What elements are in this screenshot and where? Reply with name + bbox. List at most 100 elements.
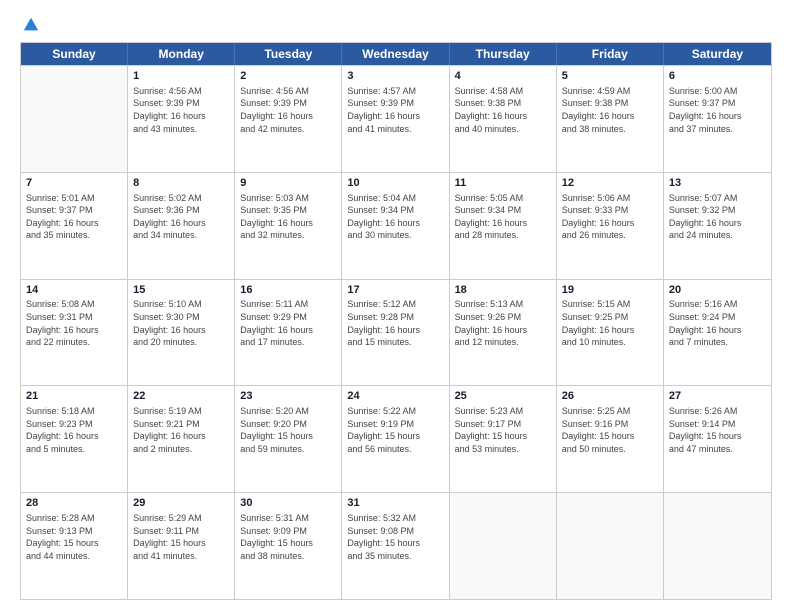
day-info: Sunrise: 5:26 AM Sunset: 9:14 PM Dayligh…	[669, 405, 766, 455]
day-number: 25	[455, 389, 551, 404]
day-info: Sunrise: 5:19 AM Sunset: 9:21 PM Dayligh…	[133, 405, 229, 455]
table-row: 16Sunrise: 5:11 AM Sunset: 9:29 PM Dayli…	[235, 280, 342, 386]
calendar-row-4: 21Sunrise: 5:18 AM Sunset: 9:23 PM Dayli…	[21, 385, 771, 492]
table-row: 19Sunrise: 5:15 AM Sunset: 9:25 PM Dayli…	[557, 280, 664, 386]
day-number: 20	[669, 283, 766, 298]
table-row: 26Sunrise: 5:25 AM Sunset: 9:16 PM Dayli…	[557, 386, 664, 492]
table-row: 15Sunrise: 5:10 AM Sunset: 9:30 PM Dayli…	[128, 280, 235, 386]
day-info: Sunrise: 5:12 AM Sunset: 9:28 PM Dayligh…	[347, 298, 443, 348]
day-number: 6	[669, 69, 766, 84]
table-row	[450, 493, 557, 599]
day-info: Sunrise: 4:58 AM Sunset: 9:38 PM Dayligh…	[455, 85, 551, 135]
calendar-row-3: 14Sunrise: 5:08 AM Sunset: 9:31 PM Dayli…	[21, 279, 771, 386]
table-row: 29Sunrise: 5:29 AM Sunset: 9:11 PM Dayli…	[128, 493, 235, 599]
day-number: 11	[455, 176, 551, 191]
table-row: 10Sunrise: 5:04 AM Sunset: 9:34 PM Dayli…	[342, 173, 449, 279]
table-row: 23Sunrise: 5:20 AM Sunset: 9:20 PM Dayli…	[235, 386, 342, 492]
header-day-sunday: Sunday	[21, 43, 128, 65]
table-row: 8Sunrise: 5:02 AM Sunset: 9:36 PM Daylig…	[128, 173, 235, 279]
table-row: 24Sunrise: 5:22 AM Sunset: 9:19 PM Dayli…	[342, 386, 449, 492]
day-number: 21	[26, 389, 122, 404]
table-row: 14Sunrise: 5:08 AM Sunset: 9:31 PM Dayli…	[21, 280, 128, 386]
day-info: Sunrise: 5:11 AM Sunset: 9:29 PM Dayligh…	[240, 298, 336, 348]
day-info: Sunrise: 5:07 AM Sunset: 9:32 PM Dayligh…	[669, 192, 766, 242]
day-number: 8	[133, 176, 229, 191]
table-row: 31Sunrise: 5:32 AM Sunset: 9:08 PM Dayli…	[342, 493, 449, 599]
calendar-row-1: 1Sunrise: 4:56 AM Sunset: 9:39 PM Daylig…	[21, 65, 771, 172]
table-row: 4Sunrise: 4:58 AM Sunset: 9:38 PM Daylig…	[450, 66, 557, 172]
header-day-monday: Monday	[128, 43, 235, 65]
day-info: Sunrise: 4:57 AM Sunset: 9:39 PM Dayligh…	[347, 85, 443, 135]
day-number: 19	[562, 283, 658, 298]
table-row: 11Sunrise: 5:05 AM Sunset: 9:34 PM Dayli…	[450, 173, 557, 279]
table-row: 7Sunrise: 5:01 AM Sunset: 9:37 PM Daylig…	[21, 173, 128, 279]
day-info: Sunrise: 5:25 AM Sunset: 9:16 PM Dayligh…	[562, 405, 658, 455]
day-info: Sunrise: 5:08 AM Sunset: 9:31 PM Dayligh…	[26, 298, 122, 348]
calendar-header: SundayMondayTuesdayWednesdayThursdayFrid…	[21, 43, 771, 65]
day-number: 22	[133, 389, 229, 404]
day-number: 30	[240, 496, 336, 511]
calendar-row-2: 7Sunrise: 5:01 AM Sunset: 9:37 PM Daylig…	[21, 172, 771, 279]
day-number: 13	[669, 176, 766, 191]
table-row: 17Sunrise: 5:12 AM Sunset: 9:28 PM Dayli…	[342, 280, 449, 386]
day-number: 24	[347, 389, 443, 404]
header-day-saturday: Saturday	[664, 43, 771, 65]
table-row	[21, 66, 128, 172]
day-number: 14	[26, 283, 122, 298]
calendar-row-5: 28Sunrise: 5:28 AM Sunset: 9:13 PM Dayli…	[21, 492, 771, 599]
table-row: 22Sunrise: 5:19 AM Sunset: 9:21 PM Dayli…	[128, 386, 235, 492]
day-info: Sunrise: 5:04 AM Sunset: 9:34 PM Dayligh…	[347, 192, 443, 242]
header	[20, 16, 772, 34]
day-number: 26	[562, 389, 658, 404]
logo	[20, 16, 40, 34]
day-number: 31	[347, 496, 443, 511]
day-info: Sunrise: 5:03 AM Sunset: 9:35 PM Dayligh…	[240, 192, 336, 242]
table-row: 6Sunrise: 5:00 AM Sunset: 9:37 PM Daylig…	[664, 66, 771, 172]
table-row: 30Sunrise: 5:31 AM Sunset: 9:09 PM Dayli…	[235, 493, 342, 599]
table-row	[664, 493, 771, 599]
day-info: Sunrise: 5:23 AM Sunset: 9:17 PM Dayligh…	[455, 405, 551, 455]
table-row: 28Sunrise: 5:28 AM Sunset: 9:13 PM Dayli…	[21, 493, 128, 599]
day-info: Sunrise: 4:56 AM Sunset: 9:39 PM Dayligh…	[133, 85, 229, 135]
day-number: 23	[240, 389, 336, 404]
header-day-friday: Friday	[557, 43, 664, 65]
header-day-thursday: Thursday	[450, 43, 557, 65]
day-number: 9	[240, 176, 336, 191]
table-row: 5Sunrise: 4:59 AM Sunset: 9:38 PM Daylig…	[557, 66, 664, 172]
day-info: Sunrise: 5:31 AM Sunset: 9:09 PM Dayligh…	[240, 512, 336, 562]
table-row: 27Sunrise: 5:26 AM Sunset: 9:14 PM Dayli…	[664, 386, 771, 492]
day-number: 27	[669, 389, 766, 404]
day-info: Sunrise: 5:16 AM Sunset: 9:24 PM Dayligh…	[669, 298, 766, 348]
day-info: Sunrise: 5:29 AM Sunset: 9:11 PM Dayligh…	[133, 512, 229, 562]
table-row: 25Sunrise: 5:23 AM Sunset: 9:17 PM Dayli…	[450, 386, 557, 492]
table-row: 13Sunrise: 5:07 AM Sunset: 9:32 PM Dayli…	[664, 173, 771, 279]
day-info: Sunrise: 5:18 AM Sunset: 9:23 PM Dayligh…	[26, 405, 122, 455]
day-number: 2	[240, 69, 336, 84]
day-info: Sunrise: 5:06 AM Sunset: 9:33 PM Dayligh…	[562, 192, 658, 242]
table-row: 12Sunrise: 5:06 AM Sunset: 9:33 PM Dayli…	[557, 173, 664, 279]
day-info: Sunrise: 5:15 AM Sunset: 9:25 PM Dayligh…	[562, 298, 658, 348]
day-info: Sunrise: 5:32 AM Sunset: 9:08 PM Dayligh…	[347, 512, 443, 562]
day-info: Sunrise: 5:01 AM Sunset: 9:37 PM Dayligh…	[26, 192, 122, 242]
table-row: 2Sunrise: 4:56 AM Sunset: 9:39 PM Daylig…	[235, 66, 342, 172]
day-number: 18	[455, 283, 551, 298]
calendar-body: 1Sunrise: 4:56 AM Sunset: 9:39 PM Daylig…	[21, 65, 771, 599]
day-info: Sunrise: 5:28 AM Sunset: 9:13 PM Dayligh…	[26, 512, 122, 562]
calendar-page: SundayMondayTuesdayWednesdayThursdayFrid…	[0, 0, 792, 612]
day-info: Sunrise: 5:22 AM Sunset: 9:19 PM Dayligh…	[347, 405, 443, 455]
table-row: 3Sunrise: 4:57 AM Sunset: 9:39 PM Daylig…	[342, 66, 449, 172]
day-number: 1	[133, 69, 229, 84]
table-row: 9Sunrise: 5:03 AM Sunset: 9:35 PM Daylig…	[235, 173, 342, 279]
day-number: 4	[455, 69, 551, 84]
logo-icon	[22, 16, 40, 34]
day-info: Sunrise: 5:13 AM Sunset: 9:26 PM Dayligh…	[455, 298, 551, 348]
table-row: 18Sunrise: 5:13 AM Sunset: 9:26 PM Dayli…	[450, 280, 557, 386]
table-row: 21Sunrise: 5:18 AM Sunset: 9:23 PM Dayli…	[21, 386, 128, 492]
day-number: 16	[240, 283, 336, 298]
day-number: 12	[562, 176, 658, 191]
day-number: 29	[133, 496, 229, 511]
day-info: Sunrise: 4:59 AM Sunset: 9:38 PM Dayligh…	[562, 85, 658, 135]
day-number: 7	[26, 176, 122, 191]
table-row: 1Sunrise: 4:56 AM Sunset: 9:39 PM Daylig…	[128, 66, 235, 172]
day-info: Sunrise: 5:10 AM Sunset: 9:30 PM Dayligh…	[133, 298, 229, 348]
